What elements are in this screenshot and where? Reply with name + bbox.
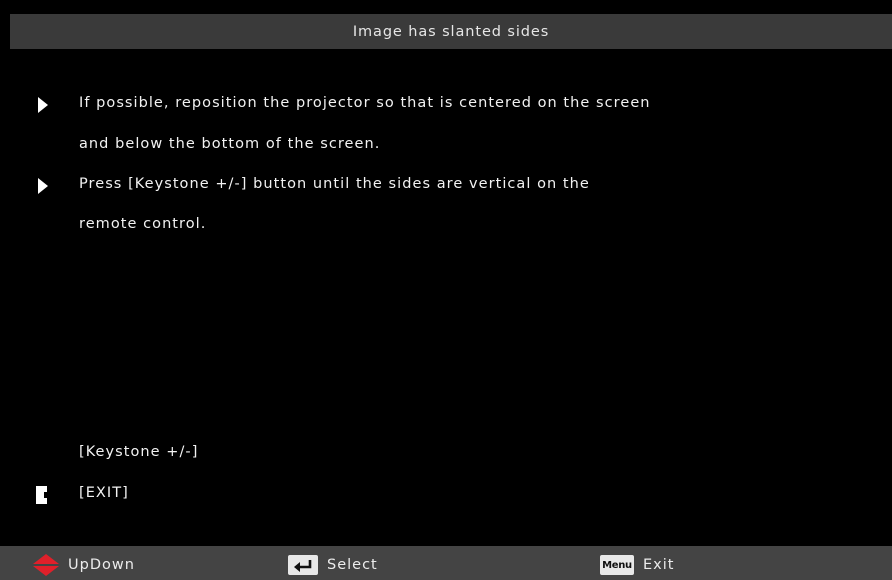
instruction-row-1: If possible, reposition the projector so…: [0, 94, 892, 118]
updown-label: UpDown: [68, 557, 135, 573]
exit-key-icon: [36, 486, 47, 504]
menu-key-text: Menu: [602, 559, 632, 571]
play-triangle-icon: [38, 178, 48, 194]
instruction-row-3: Press [Keystone +/-] button until the si…: [0, 175, 892, 199]
exit-key-label: [EXIT]: [79, 485, 129, 501]
instructions-panel: If possible, reposition the projector so…: [0, 49, 892, 546]
instruction-text: remote control.: [79, 216, 207, 232]
exit-label: Exit: [643, 557, 675, 573]
dialog-title-text: Image has slanted sides: [352, 23, 550, 40]
keystone-key-row[interactable]: [Keystone +/-]: [0, 443, 892, 467]
instruction-row-2: and below the bottom of the screen.: [0, 135, 892, 159]
dialog-title: Image has slanted sides: [10, 14, 892, 49]
updown-arrows-icon: [33, 554, 59, 576]
instruction-text: If possible, reposition the projector so…: [79, 95, 651, 111]
top-margin: [0, 0, 892, 8]
instruction-text: and below the bottom of the screen.: [79, 136, 381, 152]
play-triangle-icon: [38, 97, 48, 113]
select-label: Select: [327, 557, 378, 573]
select-hint[interactable]: Select: [288, 554, 378, 576]
enter-key-icon: [288, 555, 318, 575]
exit-key-row[interactable]: [EXIT]: [0, 484, 892, 508]
osd-dialog: Image has slanted sides If possible, rep…: [0, 0, 892, 580]
exit-hint[interactable]: Menu Exit: [600, 554, 674, 576]
footer-hint-bar: UpDown Select Menu Exit: [0, 546, 892, 580]
menu-key-icon: Menu: [600, 555, 634, 575]
keystone-key-label: [Keystone +/-]: [79, 444, 199, 460]
instruction-text: Press [Keystone +/-] button until the si…: [79, 176, 590, 192]
instruction-row-4: remote control.: [0, 215, 892, 239]
updown-hint[interactable]: UpDown: [33, 554, 135, 576]
